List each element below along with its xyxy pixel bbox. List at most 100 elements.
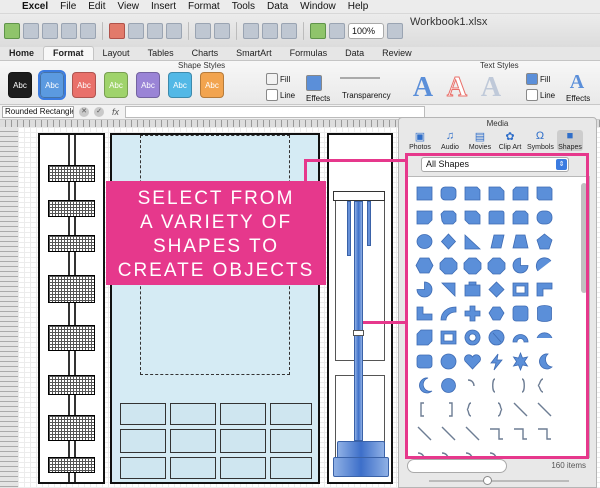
shape-thumbnail[interactable] — [462, 423, 483, 444]
show-hide-icon[interactable] — [329, 22, 345, 39]
menu-insert[interactable]: Insert — [151, 0, 176, 14]
grid-cell-shape[interactable] — [170, 403, 216, 425]
effects-icon[interactable] — [306, 75, 322, 91]
shape-thumbnail[interactable] — [510, 207, 531, 228]
open-icon[interactable] — [42, 22, 58, 39]
text-effects-icon[interactable]: A — [566, 71, 588, 93]
shape-thumbnail[interactable] — [438, 399, 459, 420]
shape-thumbnail[interactable] — [486, 423, 507, 444]
shape-thumbnail[interactable] — [534, 375, 555, 396]
menu-app-excel[interactable]: Excel — [22, 0, 48, 14]
grid-cell-shape[interactable] — [220, 429, 266, 453]
shape-thumbnail[interactable] — [486, 231, 507, 252]
shape-thumbnail[interactable] — [486, 327, 507, 348]
shape-thumbnail[interactable] — [414, 207, 435, 228]
cancel-icon[interactable]: ✕ — [79, 107, 89, 117]
hatch-block[interactable] — [48, 165, 95, 182]
shape-thumbnail[interactable] — [414, 399, 435, 420]
shape-style-swatch[interactable]: Abc — [8, 72, 32, 98]
help-icon[interactable] — [387, 22, 403, 39]
tab-movies[interactable]: ▤ Movies — [467, 130, 493, 152]
shape-thumbnail[interactable] — [510, 375, 531, 396]
shape-thumbnail[interactable] — [438, 351, 459, 372]
shape-thumbnail[interactable] — [486, 351, 507, 372]
wordart-style-gray[interactable]: A — [478, 74, 504, 102]
shape-thumbnail[interactable] — [534, 303, 555, 324]
tab-review[interactable]: Review — [373, 47, 421, 60]
format-painter-icon[interactable] — [166, 22, 182, 39]
shape-thumbnail[interactable] — [414, 279, 435, 300]
hatch-block[interactable] — [48, 200, 95, 217]
print-icon[interactable] — [80, 22, 96, 39]
shape-thumbnail[interactable] — [486, 303, 507, 324]
shape-thumbnail[interactable] — [462, 351, 483, 372]
hatch-block[interactable] — [48, 457, 95, 473]
grid-cell-shape[interactable] — [220, 457, 266, 479]
shape-thumbnail[interactable] — [510, 327, 531, 348]
shape-thumbnail[interactable] — [486, 207, 507, 228]
pole-shape[interactable] — [347, 201, 351, 256]
wordart-style-blue[interactable]: A — [410, 74, 436, 102]
shape-thumbnail[interactable] — [534, 351, 555, 372]
fill-control[interactable]: Fill — [266, 73, 290, 85]
shape-style-swatch[interactable]: Abc — [136, 72, 160, 98]
shape-thumbnail[interactable] — [462, 327, 483, 348]
menu-edit[interactable]: Edit — [88, 0, 105, 14]
shape-thumbnail[interactable] — [510, 351, 531, 372]
name-box[interactable]: Rounded Rectangle 1 — [2, 106, 74, 118]
shape-thumbnail[interactable] — [438, 207, 459, 228]
formula-builder-icon[interactable] — [310, 22, 326, 39]
confirm-icon[interactable]: ✓ — [94, 107, 104, 117]
shape-thumbnail[interactable] — [438, 423, 459, 444]
tab-format[interactable]: Format — [43, 46, 94, 60]
shape-thumbnail[interactable] — [534, 231, 555, 252]
text-effects-label[interactable]: Effects — [566, 94, 590, 103]
tab-data[interactable]: Data — [336, 47, 373, 60]
base-shape[interactable] — [333, 457, 389, 477]
row-headers[interactable] — [0, 127, 18, 488]
size-slider-knob[interactable] — [483, 476, 492, 485]
top-bar-shape[interactable] — [333, 191, 385, 201]
shape-thumbnail[interactable] — [414, 231, 435, 252]
redo-icon[interactable] — [214, 22, 230, 39]
hatch-block[interactable] — [48, 415, 95, 441]
shape-thumbnail[interactable] — [414, 423, 435, 444]
shape-style-swatch[interactable]: Abc — [38, 70, 66, 100]
autosum-icon[interactable] — [243, 22, 259, 39]
tab-clip-art[interactable]: ✿ Clip Art — [497, 130, 523, 152]
text-line-control[interactable]: Line — [526, 89, 555, 101]
shape-thumbnail[interactable] — [510, 183, 531, 204]
shape-thumbnail[interactable] — [438, 327, 459, 348]
shape-style-swatch[interactable]: Abc — [72, 72, 96, 98]
tab-layout[interactable]: Layout — [94, 47, 139, 60]
save-icon[interactable] — [61, 22, 77, 39]
shape-thumbnail[interactable] — [534, 183, 555, 204]
gallery-scrollbar[interactable] — [581, 183, 587, 293]
shape-thumbnail[interactable] — [534, 399, 555, 420]
shape-category-select[interactable]: All Shapes ⇕ — [421, 157, 569, 172]
shape-thumbnail[interactable] — [438, 183, 459, 204]
shape-thumbnail[interactable] — [438, 231, 459, 252]
copy-icon[interactable] — [128, 22, 144, 39]
shape-thumbnail[interactable] — [510, 399, 531, 420]
fx-label[interactable]: fx — [112, 107, 119, 117]
tab-photos[interactable]: ▣ Photos — [407, 130, 433, 152]
size-slider[interactable] — [429, 476, 569, 485]
new-workbook-icon[interactable] — [4, 22, 20, 39]
shape-thumbnail[interactable] — [438, 303, 459, 324]
grid-cell-shape[interactable] — [170, 429, 216, 453]
tab-smartart[interactable]: SmartArt — [227, 47, 281, 60]
wordart-style-red[interactable]: A — [444, 73, 470, 102]
shape-thumbnail[interactable] — [534, 327, 555, 348]
right-board-shape[interactable] — [327, 133, 393, 484]
tab-formulas[interactable]: Formulas — [281, 47, 337, 60]
shape-style-swatch[interactable]: Abc — [168, 72, 192, 98]
tab-shapes[interactable]: ■ Shapes — [557, 130, 583, 151]
shape-thumbnail[interactable] — [510, 231, 531, 252]
effects-label[interactable]: Effects — [306, 94, 330, 103]
tab-home[interactable]: Home — [0, 47, 43, 60]
menu-view[interactable]: View — [118, 0, 140, 14]
shape-thumbnail[interactable] — [414, 327, 435, 348]
shape-thumbnail[interactable] — [534, 255, 555, 276]
shape-style-swatch[interactable]: Abc — [104, 72, 128, 98]
